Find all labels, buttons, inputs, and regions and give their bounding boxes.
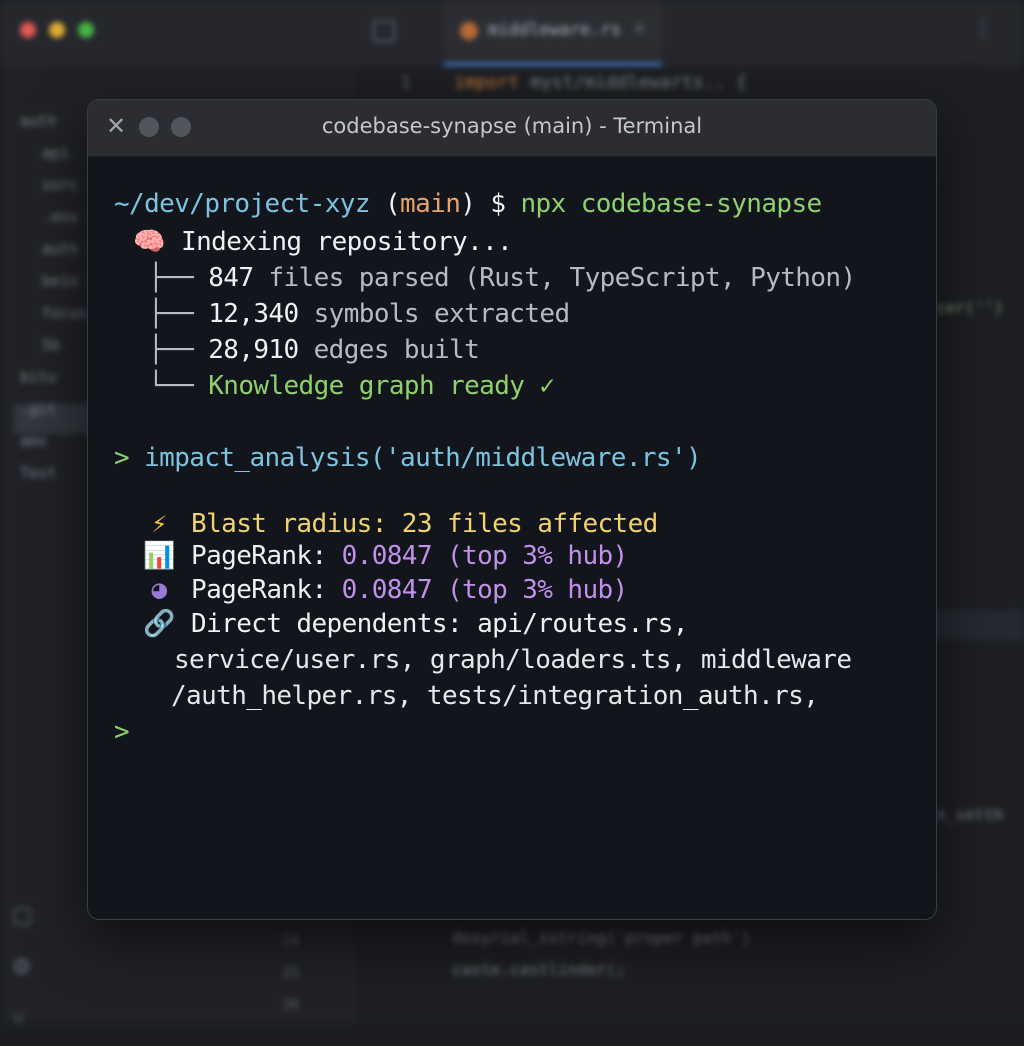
tab-close-icon[interactable]: ×: [632, 18, 647, 39]
terminal-title: codebase-synapse (main) - Terminal: [321, 114, 703, 138]
file-tree-item[interactable]: focus: [20, 297, 87, 329]
file-tree-item[interactable]: .env: [20, 201, 87, 233]
dependents-line: service/user.rs, graph/loaders.ts, middl…: [174, 645, 852, 675]
split-editor-icon[interactable]: [373, 20, 395, 42]
editor-tab-label: middleware.rs: [488, 20, 622, 40]
file-tree-item[interactable]: Test: [20, 457, 87, 489]
file-tree-item[interactable]: 5b: [20, 329, 87, 361]
editor-code-fragment: n_setth: [936, 805, 1004, 824]
editor-gutter: 24 25 26: [282, 933, 299, 1013]
file-tree-item[interactable]: sorc: [20, 169, 87, 201]
editor-tab-middleware[interactable]: middleware.rs ×: [444, 0, 662, 66]
file-tree-item[interactable]: auth: [20, 233, 87, 265]
terminal-window[interactable]: ✕ codebase-synapse (main) - Terminal ~/d…: [87, 99, 937, 920]
prompt-path: ~/dev/project-xyz: [114, 189, 371, 219]
editor-import-line: 1 import myst/middlewarts.. {: [400, 72, 747, 93]
query-text: impact_analysis('auth/middleware.rs'): [144, 443, 702, 473]
file-tree-item[interactable]: .git: [20, 393, 87, 425]
pagerank-line: 📊 PageRank: 0.0847 (top 3% hub): [142, 538, 628, 574]
input-prompt[interactable]: >: [114, 714, 130, 750]
checkmark-icon: ✓: [539, 371, 555, 401]
editor-code-fragment: cer(''): [936, 298, 1004, 317]
command-prompt-line: ~/dev/project-xyz (main) $ npx codebase-…: [114, 189, 822, 219]
source-control-icon[interactable]: ⑂: [12, 994, 33, 1046]
explorer-icon[interactable]: ▢: [12, 890, 33, 942]
tree-line-symbols: ├── 12,340 symbols extracted: [148, 299, 570, 329]
query-caret: >: [114, 443, 145, 473]
terminal-titlebar: ✕ codebase-synapse (main) - Terminal: [88, 100, 936, 157]
dependents-line: /auth_helper.rs, tests/integration_auth.…: [171, 681, 819, 711]
minimize-window-button[interactable]: [49, 22, 65, 38]
indexing-line: 🧠 Indexing repository...: [132, 224, 513, 260]
prompt-branch: main: [400, 189, 461, 219]
tree-line-files: ├── 847 files parsed (Rust, TypeScript, …: [148, 263, 856, 293]
blast-radius-line: ⚡ Blast radius: 23 files affected: [142, 506, 658, 542]
rust-file-icon: [460, 22, 478, 40]
close-window-button[interactable]: [20, 22, 36, 38]
query-line: > impact_analysis('auth/middleware.rs'): [114, 440, 702, 476]
bar-chart-icon: 📊: [143, 541, 175, 571]
file-tree: auth api sorc .env auth bein focus 5b bitu .git am…: [20, 105, 87, 489]
file-tree-item[interactable]: bitu: [20, 361, 87, 393]
link-icon: 🔗: [143, 609, 175, 639]
editor-titlebar: middleware.rs × ⋮: [0, 0, 1024, 66]
file-tree-item[interactable]: api: [20, 137, 87, 169]
tree-line-edges: ├── 28,910 edges built: [148, 335, 480, 365]
editor-code-line: caste.castlinder(;: [452, 960, 626, 979]
prompt-command: npx codebase-synapse: [520, 189, 822, 219]
lightning-icon: ⚡: [151, 509, 167, 539]
activity-bar: ▢ ⚙ ⑂: [12, 890, 33, 1046]
dependents-line: 🔗 Direct dependents: api/routes.rs,: [142, 606, 688, 642]
file-tree-item[interactable]: bein: [20, 265, 87, 297]
tree-line-ready: └── Knowledge graph ready ✓: [148, 371, 555, 401]
editor-code-line: dosyrial_sstring('proper path'): [452, 928, 751, 947]
pie-chart-icon: ◕: [151, 575, 167, 605]
zoom-window-button[interactable]: [78, 22, 94, 38]
file-tree-item[interactable]: ams: [20, 425, 87, 457]
brain-icon: 🧠: [133, 227, 165, 257]
pagerank-line: ◕ PageRank: 0.0847 (top 3% hub): [142, 572, 628, 608]
more-options-icon[interactable]: ⋮: [972, 16, 994, 41]
file-tree-item[interactable]: auth: [20, 105, 87, 137]
settings-icon[interactable]: ⚙: [12, 942, 33, 994]
